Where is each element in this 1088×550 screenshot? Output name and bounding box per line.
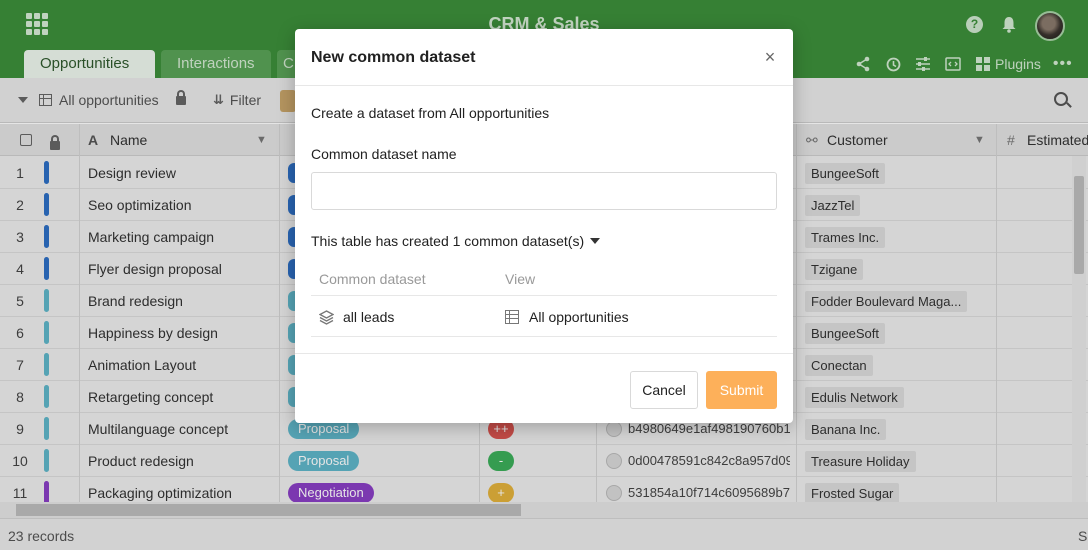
table-view-icon	[505, 310, 519, 324]
dataset-name-input[interactable]	[311, 172, 777, 210]
dataset-row-view: All opportunities	[505, 309, 629, 325]
dataset-view: All opportunities	[529, 309, 629, 325]
divider	[311, 336, 777, 337]
existing-datasets-toggle[interactable]: This table has created 1 common dataset(…	[311, 233, 601, 249]
dataset-name-label: Common dataset name	[311, 146, 457, 162]
dataset-name: all leads	[343, 309, 395, 325]
divider	[311, 295, 777, 296]
dialog-title: New common dataset	[311, 49, 476, 66]
column-header-view: View	[505, 271, 536, 287]
dataset-row-name: all leads	[319, 309, 394, 325]
existing-datasets-label: This table has created 1 common dataset(…	[311, 233, 585, 249]
dialog-subtitle: Create a dataset from All opportunities	[311, 105, 550, 121]
dialog-header: New common dataset ×	[295, 29, 793, 86]
caret-down-icon	[590, 238, 601, 244]
dialog-footer: Cancel Submit	[295, 353, 793, 423]
submit-button[interactable]: Submit	[706, 371, 777, 409]
layers-icon	[319, 309, 334, 325]
column-header-dataset: Common dataset	[319, 271, 426, 287]
new-common-dataset-dialog: New common dataset × Create a dataset fr…	[295, 29, 793, 423]
close-icon[interactable]: ×	[761, 48, 779, 66]
cancel-button[interactable]: Cancel	[630, 371, 698, 409]
